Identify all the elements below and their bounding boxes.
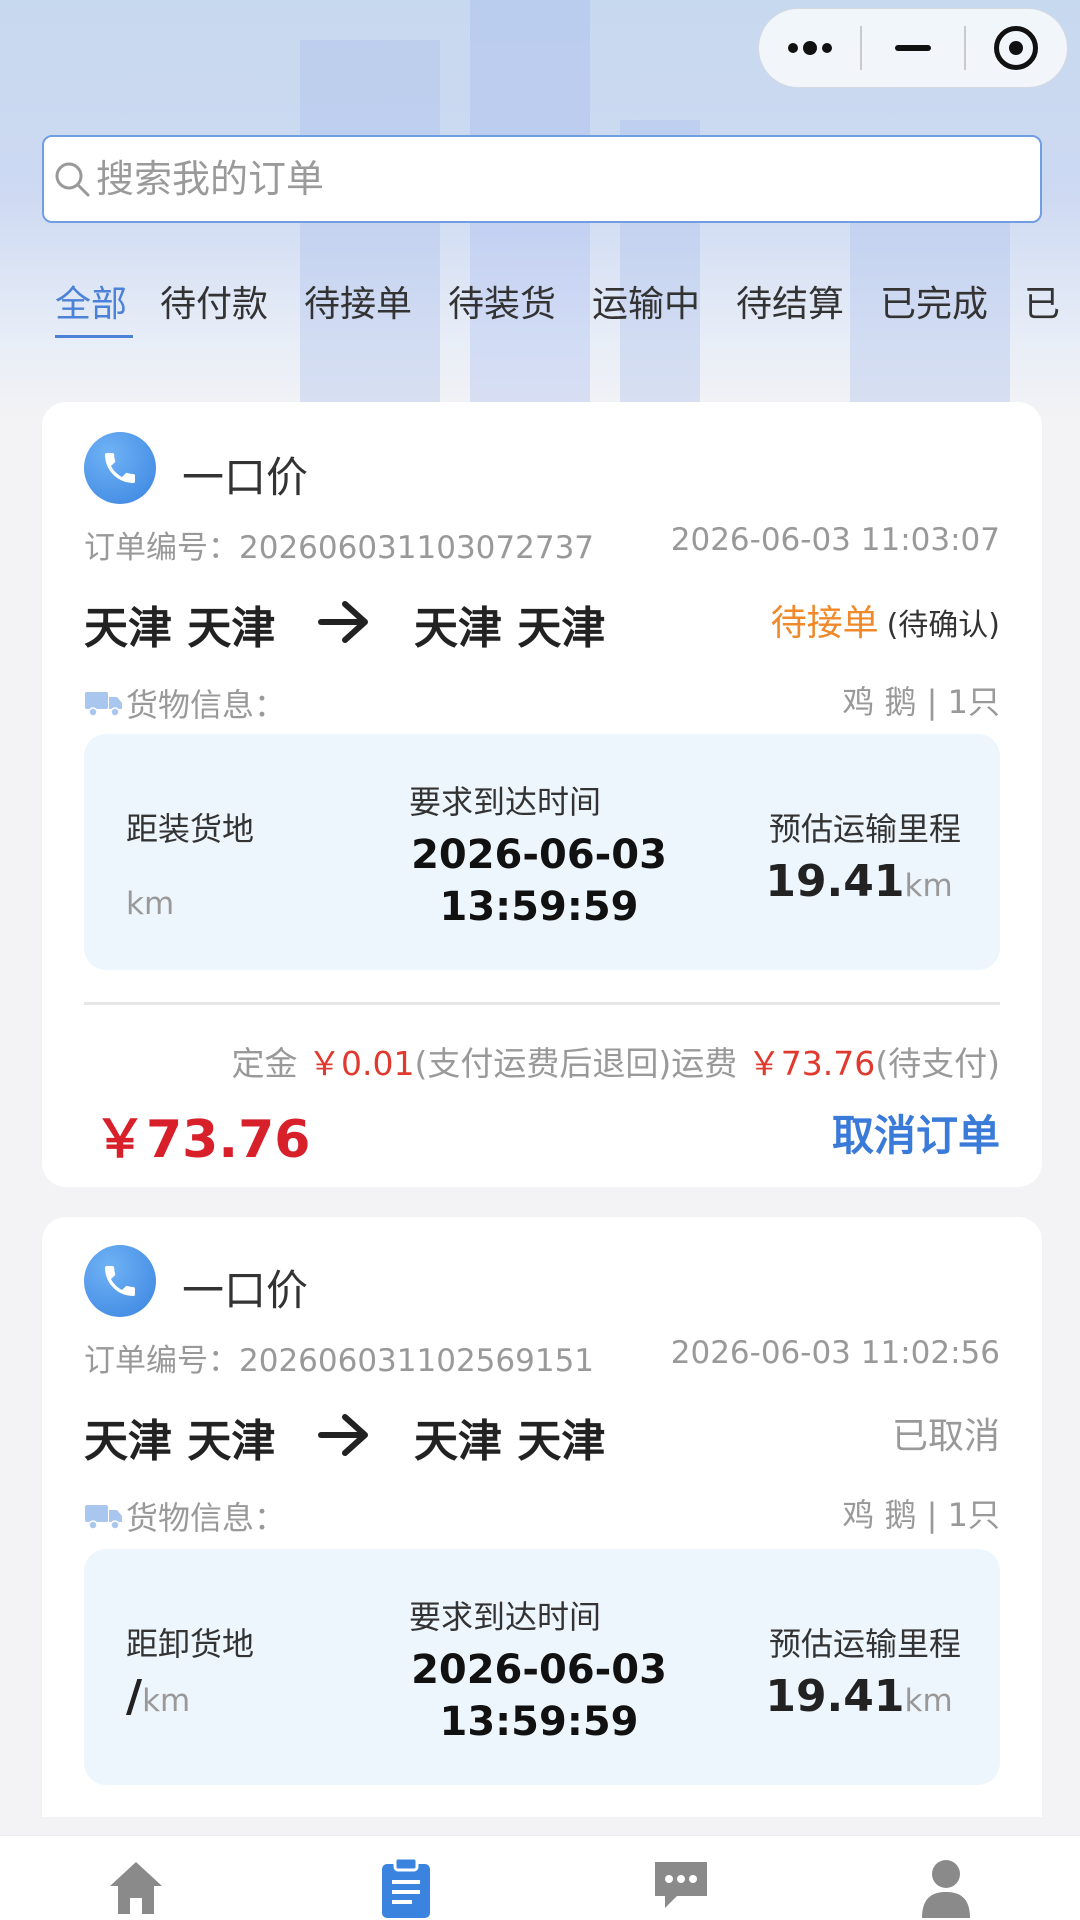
tab-more[interactable]: 已 (1024, 275, 1060, 327)
bottom-tab-bar (0, 1835, 1080, 1920)
target-icon (994, 26, 1039, 70)
order-card[interactable]: 一口价 订单编号：20260603110307273​7 2026-06-03 … (42, 402, 1042, 1187)
distance-label: 距卸货地 (126, 1625, 255, 1663)
search-bar[interactable] (42, 135, 1042, 223)
status-tabs: 全部 待付款 待接单 待装货 运输中 待结算 已完成 已 (0, 275, 1080, 345)
order-total: ￥73.76 (94, 1110, 311, 1170)
tab-pending-payment[interactable]: 待付款 (160, 275, 268, 327)
price-type: 一口价 (182, 453, 309, 502)
chat-icon (655, 1862, 707, 1908)
order-status: 待接单 (待确认) (771, 594, 1000, 646)
mileage-value: 19.41km (765, 1671, 953, 1722)
truck-icon (85, 692, 122, 717)
nav-orders[interactable] (370, 1856, 442, 1920)
nav-home[interactable] (100, 1856, 172, 1920)
cancel-order-button[interactable]: 取消订单 (832, 1102, 1000, 1163)
fee-summary: 定金 ￥0.01(支付运费后退回)运费 ￥73.76(待支付) (231, 1044, 1000, 1083)
arrive-datetime: 2026-06-03 13:59:59 (411, 832, 667, 930)
order-card[interactable]: 一口价 订单编号：20260603110256915​1 2026-06-03 … (42, 1217, 1042, 1817)
phone-icon[interactable] (84, 432, 156, 504)
arrow-right-icon (318, 601, 368, 643)
cargo-info-value: 鸡 鹅 | 1只 (842, 683, 1000, 721)
tab-all[interactable]: 全部 (55, 275, 127, 327)
status-subtext: (待确认) (886, 608, 1000, 643)
cargo-info-label: 货物信息： (84, 1493, 286, 1539)
distance-label: 距装货地 (126, 810, 255, 848)
route-origin: 天津 天津 (84, 603, 276, 654)
home-icon (110, 1862, 162, 1914)
search-input[interactable] (96, 157, 996, 201)
tab-in-transit[interactable]: 运输中 (592, 275, 700, 327)
active-tab-indicator (55, 335, 133, 338)
mini-program-capsule (758, 8, 1068, 88)
order-time: 2026-06-03 11:02:56 (670, 1335, 1000, 1371)
route-destination: 天津 天津 (414, 1416, 606, 1467)
more-menu-button[interactable] (759, 9, 860, 87)
mileage-label: 预估运输里程 (769, 810, 962, 848)
route-origin: 天津 天津 (84, 1416, 276, 1467)
order-time: 2026-06-03 11:03:07 (670, 522, 1000, 558)
clipboard-icon (382, 1856, 430, 1918)
distance-value: km (126, 886, 175, 922)
status-text: 待接单 (770, 603, 879, 644)
cargo-info-value: 鸡 鹅 | 1只 (842, 1496, 1000, 1534)
nav-messages[interactable] (645, 1856, 717, 1920)
trip-info-panel: 距卸货地 /km 要求到达时间 2026-06-03 13:59:59 预估运输… (84, 1549, 1000, 1785)
route-destination: 天津 天津 (414, 603, 606, 654)
more-dots-icon (787, 41, 832, 55)
cargo-info-label: 货物信息： (84, 680, 286, 726)
arrive-time-label: 要求到达时间 (409, 783, 602, 821)
user-icon (922, 1860, 970, 1918)
status-text: 已取消 (891, 1416, 1000, 1457)
arrow-right-icon (318, 1414, 368, 1456)
tab-pending-loading[interactable]: 待装货 (448, 275, 556, 327)
minus-icon (894, 45, 931, 51)
order-status: 已取消 (892, 1407, 1000, 1459)
arrive-datetime: 2026-06-03 13:59:59 (411, 1647, 667, 1745)
truck-icon (85, 1505, 122, 1530)
minimize-button[interactable] (862, 9, 963, 87)
nav-profile[interactable] (910, 1856, 982, 1920)
phone-icon[interactable] (84, 1245, 156, 1317)
arrive-time-label: 要求到达时间 (409, 1598, 602, 1636)
distance-value: /km (126, 1671, 191, 1722)
close-mini-program-button[interactable] (966, 9, 1067, 87)
order-number: 订单编号：20260603110256915​1 (84, 1343, 595, 1379)
mileage-value: 19.41km (765, 856, 953, 907)
mileage-label: 预估运输里程 (769, 1625, 962, 1663)
search-icon (55, 162, 90, 197)
tab-pending-accept[interactable]: 待接单 (304, 275, 412, 327)
tab-completed[interactable]: 已完成 (880, 275, 988, 327)
trip-info-panel: 距装货地 km 要求到达时间 2026-06-03 13:59:59 预估运输里… (84, 734, 1000, 970)
tab-pending-settlement[interactable]: 待结算 (736, 275, 844, 327)
order-number: 订单编号：20260603110307273​7 (84, 530, 595, 566)
divider (84, 1002, 1000, 1005)
price-type: 一口价 (182, 1266, 309, 1315)
